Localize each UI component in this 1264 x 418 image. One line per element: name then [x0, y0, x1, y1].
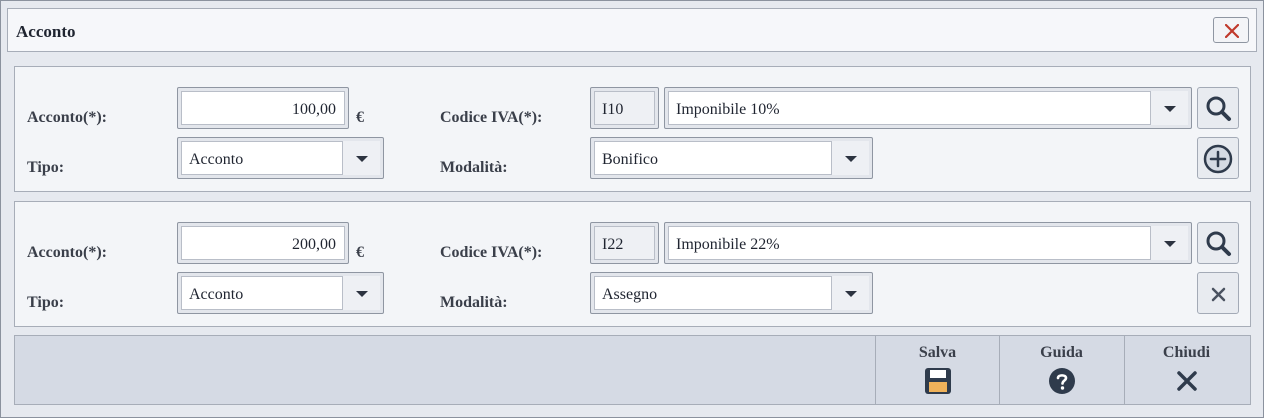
chevron-down-icon: [845, 291, 857, 297]
chevron-down-icon: [1164, 241, 1176, 247]
tipo-select[interactable]: Acconto: [177, 272, 384, 314]
tipo-dropdown-button[interactable]: [342, 276, 380, 310]
chevron-down-icon: [845, 156, 857, 162]
close-icon: [1177, 371, 1197, 391]
modalita-value: Bonifico: [602, 151, 658, 168]
add-circle-icon: [1203, 144, 1233, 174]
dialog-title: Acconto: [16, 22, 76, 41]
add-row-button[interactable]: [1197, 137, 1239, 179]
currency-symbol: €: [356, 244, 364, 261]
iva-desc-value: Imponibile 10%: [676, 101, 780, 118]
search-icon: [1206, 96, 1231, 121]
amount-value: 100,00: [292, 101, 336, 118]
iva-dropdown-button[interactable]: [1150, 226, 1188, 260]
iva-desc-select[interactable]: Imponibile 22%: [664, 222, 1192, 264]
question-icon: [1049, 368, 1075, 394]
remove-row-button[interactable]: [1197, 272, 1239, 314]
acconto-label: Acconto(*):: [27, 109, 107, 126]
help-button[interactable]: Guida: [999, 336, 1123, 404]
remove-icon: [1211, 287, 1226, 302]
acconto-row-1: Acconto(*): 100,00 € Codice IVA(*): I10 …: [14, 66, 1251, 192]
title-bar: Acconto: [7, 8, 1257, 52]
help-label: Guida: [1040, 344, 1083, 361]
search-iva-button[interactable]: [1197, 87, 1239, 129]
modalita-label: Modalità:: [440, 159, 508, 176]
modalita-label: Modalità:: [440, 294, 508, 311]
close-label: Chiudi: [1162, 344, 1211, 361]
amount-value: 200,00: [292, 236, 336, 253]
modalita-select[interactable]: Bonifico: [590, 137, 873, 179]
iva-code-field: I10: [590, 87, 659, 129]
acconto-dialog: Acconto Acconto(*): 100,00 € Codice IVA(…: [0, 0, 1264, 418]
iva-code-value: I22: [602, 236, 624, 253]
search-iva-button[interactable]: [1197, 222, 1239, 264]
save-button[interactable]: Salva: [875, 336, 999, 404]
amount-field[interactable]: 100,00: [177, 87, 349, 129]
close-dialog-button[interactable]: [1213, 17, 1249, 43]
codice-iva-label: Codice IVA(*):: [440, 244, 543, 261]
iva-code-field: I22: [590, 222, 659, 264]
iva-dropdown-button[interactable]: [1150, 91, 1188, 125]
tipo-dropdown-button[interactable]: [342, 141, 380, 175]
iva-desc-select[interactable]: Imponibile 10%: [664, 87, 1192, 129]
search-icon: [1206, 231, 1231, 256]
iva-desc-value: Imponibile 22%: [676, 236, 780, 253]
chevron-down-icon: [356, 291, 368, 297]
iva-code-value: I10: [602, 101, 624, 118]
acconto-row-2: Acconto(*): 200,00 € Codice IVA(*): I22 …: [14, 201, 1251, 327]
modalita-dropdown-button[interactable]: [831, 141, 869, 175]
tipo-label: Tipo:: [27, 294, 65, 311]
tipo-label: Tipo:: [27, 159, 65, 176]
tipo-value: Acconto: [189, 151, 244, 168]
codice-iva-label: Codice IVA(*):: [440, 109, 543, 126]
amount-field[interactable]: 200,00: [177, 222, 349, 264]
modalita-value: Assegno: [602, 286, 658, 303]
chevron-down-icon: [356, 156, 368, 162]
acconto-label: Acconto(*):: [27, 244, 107, 261]
save-icon: [925, 368, 951, 394]
tipo-select[interactable]: Acconto: [177, 137, 384, 179]
modalita-select[interactable]: Assegno: [590, 272, 873, 314]
close-icon: [1225, 24, 1239, 38]
save-label: Salva: [918, 344, 957, 361]
chevron-down-icon: [1164, 106, 1176, 112]
tipo-value: Acconto: [189, 286, 244, 303]
close-button[interactable]: Chiudi: [1124, 336, 1248, 404]
currency-symbol: €: [356, 109, 364, 126]
modalita-dropdown-button[interactable]: [831, 276, 869, 310]
footer-toolbar: Salva Guida Chiudi: [14, 335, 1251, 405]
